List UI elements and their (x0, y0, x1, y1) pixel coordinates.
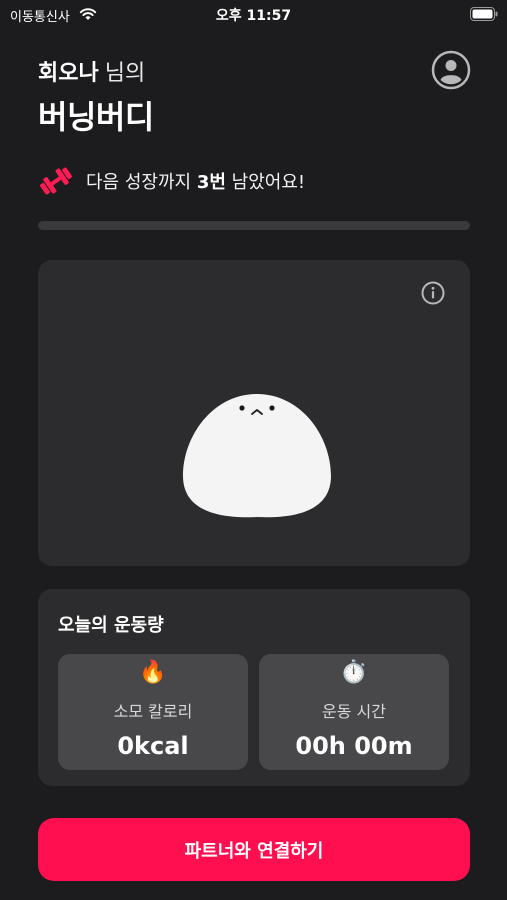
daily-activity-card: 오늘의 운동량 🔥 소모 칼로리 0kcal ⏱️ 운동 시간 00h 00m (38, 589, 470, 786)
growth-progress-bar (38, 221, 470, 230)
growth-suffix: 남았어요! (231, 172, 306, 193)
growth-count: 3번 (196, 172, 226, 193)
person-circle-icon (431, 50, 471, 94)
growth-message: 다음 성장까지 3번 남았어요! (86, 168, 305, 194)
connect-partner-button[interactable]: 파트너와 연결하기 (38, 818, 470, 881)
buddy-character[interactable] (181, 391, 333, 521)
duration-label: 운동 시간 (322, 702, 386, 721)
stopwatch-icon: ⏱️ (340, 660, 368, 685)
battery-icon (470, 6, 498, 25)
user-name: 회오나 (38, 61, 99, 86)
status-bar: 이동통신사 오후 11:57 (0, 0, 507, 28)
fire-icon: 🔥 (139, 660, 167, 685)
duration-tile: ⏱️ 운동 시간 00h 00m (259, 654, 449, 770)
duration-value: 00h 00m (295, 732, 413, 760)
profile-button[interactable] (431, 50, 471, 90)
page-title: 버닝버디 (38, 98, 154, 136)
daily-activity-title: 오늘의 운동량 (58, 615, 164, 636)
calories-label: 소모 칼로리 (113, 702, 193, 721)
info-icon (421, 281, 445, 309)
growth-prefix: 다음 성장까지 (86, 172, 192, 193)
dumbbell-icon (38, 163, 74, 203)
clock: 오후 11:57 (215, 8, 292, 24)
name-suffix: 님의 (104, 61, 146, 86)
character-card (38, 260, 470, 566)
calories-value: 0kcal (117, 732, 189, 760)
info-button[interactable] (421, 281, 445, 305)
greeting: 회오나 님의 (38, 55, 145, 87)
calories-tile: 🔥 소모 칼로리 0kcal (58, 654, 248, 770)
